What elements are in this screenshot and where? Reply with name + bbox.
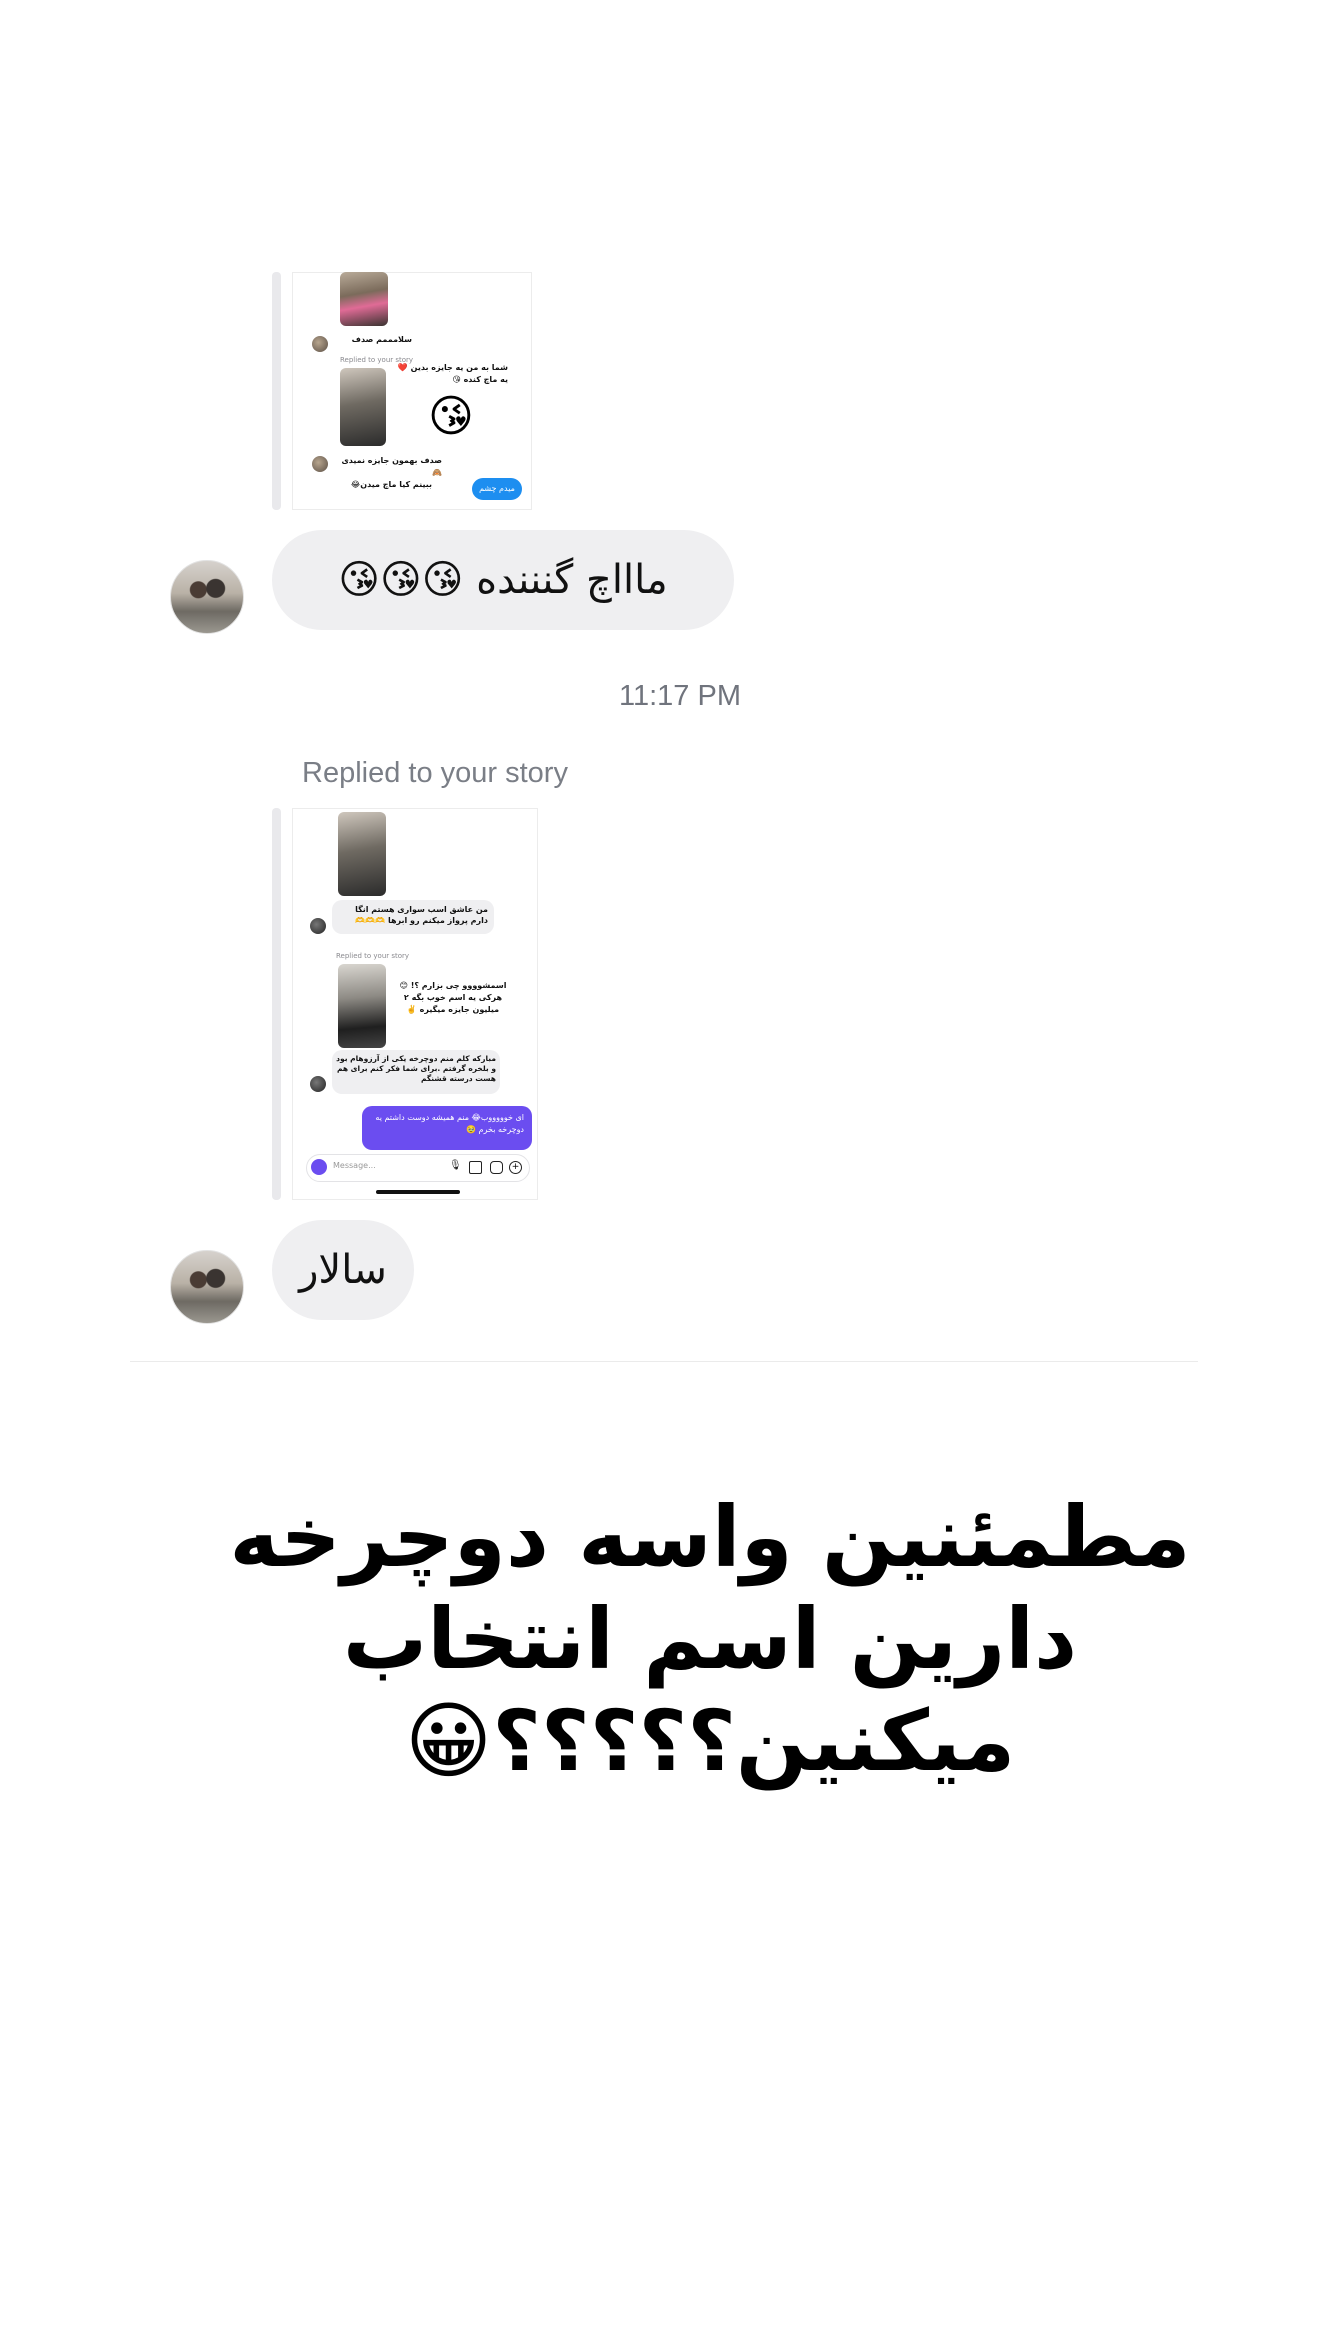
caption-line-1: مطمئنین واسه دوچرخه: [229, 1488, 1191, 1586]
story-reply-bar-top: [272, 272, 281, 510]
mini-message: مبارکه کلم منم دوچرخه یکی از آرزوهام بود…: [336, 1054, 496, 1083]
mini-mic-icon: 🎙: [449, 1160, 462, 1171]
story-reply-thumbnail-top[interactable]: سلامممم صدف Replied to your story شما به…: [292, 272, 532, 510]
mini-avatar: [312, 336, 328, 352]
mini-plus-icon: +: [509, 1161, 522, 1174]
sender-avatar[interactable]: [170, 560, 244, 634]
mini-replied-label: Replied to your story: [336, 952, 410, 960]
message-bubble[interactable]: ماااچ گنننده 😘😘😘: [272, 530, 734, 630]
story-photo: [340, 368, 386, 446]
mini-avatar: [312, 456, 328, 472]
mini-image-icon: [469, 1161, 482, 1174]
mini-message-input: Message... 🎙 +: [306, 1154, 530, 1182]
mini-answer: صدف بهمون جایزه نمیدی 🙈: [341, 456, 442, 477]
mini-reply-button: میدم چشم: [472, 478, 522, 500]
story-photo: [338, 964, 386, 1048]
message-bubble[interactable]: سالار: [272, 1220, 414, 1320]
message-text: سالار: [299, 1247, 387, 1293]
sender-avatar[interactable]: [170, 1250, 244, 1324]
mini-greeting: سلامممم صدف: [351, 335, 412, 344]
mini-question: شما به من یه جایزه بدین ❤️ یه ماچ کنده 😘: [397, 363, 508, 384]
mini-avatar: [310, 1076, 326, 1092]
story-photo: [340, 272, 388, 326]
mini-question: اسمشوووو چی بزارم ؟! 😊 هرکی یه اسم خوب ب…: [399, 981, 507, 1014]
story-photo: [338, 812, 386, 896]
message-text: ماااچ گنننده 😘😘😘: [338, 557, 668, 603]
mini-home-indicator: [376, 1190, 460, 1194]
mini-input-placeholder: Message...: [333, 1161, 376, 1170]
caption-line-3: میکنین؟؟؟؟؟😀: [404, 1692, 1016, 1790]
caption-line-2: دارین اسم انتخاب: [342, 1590, 1078, 1688]
mini-footer: ببینم کیا ماچ میدن😂: [350, 480, 432, 489]
message-timestamp: 11:17 PM: [619, 680, 741, 712]
divider: [130, 1361, 1198, 1362]
mini-camera-icon: [311, 1159, 327, 1175]
kiss-emoji: 😘: [428, 391, 474, 442]
mini-avatar: [310, 918, 326, 934]
replied-to-story-label: Replied to your story: [302, 757, 568, 789]
story-reply-thumbnail-bottom[interactable]: من عاشق اسب سواری هستم انگا دارم پرواز م…: [292, 808, 538, 1200]
mini-message: من عاشق اسب سواری هستم انگا دارم پرواز م…: [355, 905, 488, 925]
story-reply-bar-bottom: [272, 808, 281, 1200]
mini-sticker-icon: [490, 1161, 503, 1174]
mini-sent-bubble: ای خوووووب😂 منم همیشه دوست داشتم یه دوچر…: [362, 1106, 532, 1150]
